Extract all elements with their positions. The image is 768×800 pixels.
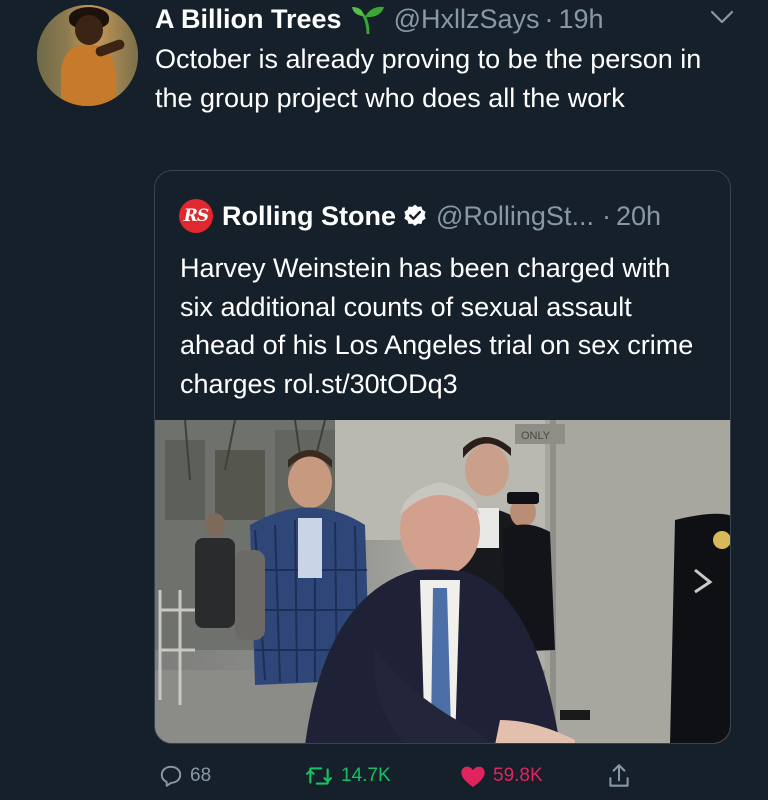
chevron-down-icon[interactable]: [709, 6, 735, 28]
quoted-tweet-text: Harvey Weinstein has been charged with s…: [180, 253, 694, 399]
reply-count: 68: [190, 765, 212, 786]
quoted-time[interactable]: 20h: [616, 201, 661, 232]
quoted-tweet-header: RS Rolling Stone @RollingSt... · 20h: [179, 199, 661, 233]
like-count: 59.8K: [493, 765, 543, 786]
reply-icon: [160, 765, 182, 787]
share-icon: [609, 764, 629, 787]
retweet-button[interactable]: 14.7K: [303, 760, 391, 792]
avatar[interactable]: [37, 5, 138, 106]
retweet-icon: [306, 767, 332, 785]
rolling-stone-logo: RS: [179, 199, 213, 233]
tweet-actions: 68 14.7K 59.8K: [0, 760, 768, 792]
tweet-text: October is already proving to be the per…: [155, 44, 702, 113]
quoted-tweet-photo[interactable]: ONLY: [155, 420, 730, 743]
tweet[interactable]: A Billion Trees @HxllzSays · 19h October…: [0, 0, 768, 800]
tweet-time[interactable]: 19h: [559, 4, 604, 35]
author-display-name[interactable]: A Billion Trees: [155, 4, 342, 35]
verified-badge-icon: [402, 203, 428, 229]
quoted-display-name[interactable]: Rolling Stone: [222, 201, 396, 232]
seedling-icon: [350, 4, 386, 34]
sign-text: ONLY: [521, 430, 551, 442]
separator-dot: ·: [544, 3, 554, 34]
heart-icon: [461, 766, 485, 788]
share-button[interactable]: [606, 760, 638, 792]
quoted-tweet[interactable]: RS Rolling Stone @RollingSt... · 20h Har…: [154, 170, 731, 744]
quoted-handle[interactable]: @RollingSt...: [436, 201, 594, 232]
retweet-count: 14.7K: [341, 765, 391, 786]
tweet-header: A Billion Trees @HxllzSays · 19h: [155, 2, 604, 36]
reply-button[interactable]: 68: [158, 760, 211, 792]
separator-dot: ·: [601, 200, 611, 231]
author-handle[interactable]: @HxllzSays: [394, 4, 540, 35]
like-button[interactable]: 59.8K: [459, 760, 543, 792]
